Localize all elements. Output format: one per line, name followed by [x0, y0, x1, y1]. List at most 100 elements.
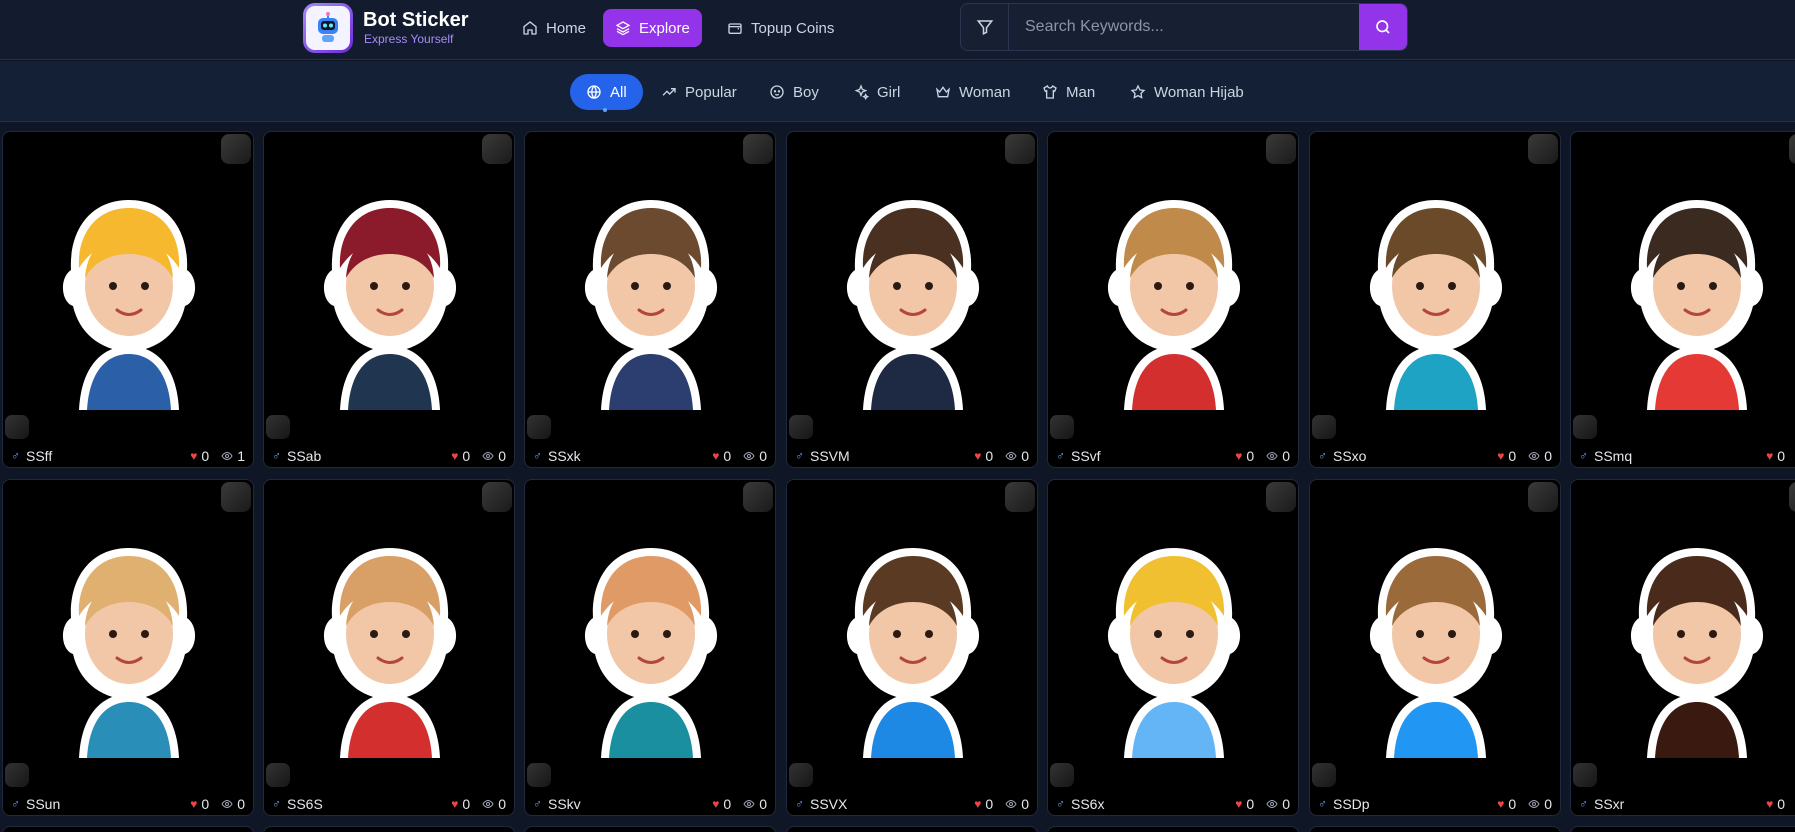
sticker-name: SSxk: [548, 448, 581, 464]
nav-explore-button[interactable]: Explore: [603, 9, 702, 47]
search-input[interactable]: [1009, 4, 1321, 50]
sticker-card[interactable]: ♂ SSxo ♥ 0 0: [1309, 131, 1561, 468]
sticker-card[interactable]: ♂ SSvf ♥ 0 0: [1047, 131, 1299, 468]
sticker-card-partial[interactable]: [1570, 826, 1795, 832]
home-icon: [523, 21, 537, 35]
sticker-card[interactable]: ♂ SSmq ♥ 0: [1570, 131, 1795, 468]
filter-button[interactable]: [961, 4, 1009, 50]
sticker-card[interactable]: ♂ SSVM ♥ 0 0: [786, 131, 1038, 468]
sticker-name: SSab: [287, 448, 322, 464]
male-icon: ♂: [11, 449, 20, 463]
heart-icon[interactable]: ♥: [712, 449, 719, 463]
sticker-card-partial[interactable]: [2, 826, 254, 832]
avatar: [789, 763, 813, 787]
heart-icon[interactable]: ♥: [1766, 449, 1773, 463]
sticker-card[interactable]: ♂ SSkv ♥ 0 0: [524, 479, 776, 816]
eye-icon: [1528, 450, 1540, 462]
select-checkbox[interactable]: [1789, 482, 1795, 512]
category-man[interactable]: Man: [1026, 74, 1111, 110]
heart-icon[interactable]: ♥: [974, 797, 981, 811]
robot-icon: [306, 6, 350, 50]
avatar: [1312, 415, 1336, 439]
select-checkbox[interactable]: [1528, 482, 1558, 512]
sticker-card[interactable]: ♂ SS6x ♥ 0 0: [1047, 479, 1299, 816]
like-count: 0: [1508, 448, 1517, 464]
sticker-card-partial[interactable]: [1309, 826, 1561, 832]
wallet-icon: [728, 23, 742, 34]
category-popular[interactable]: Popular: [645, 74, 753, 110]
sticker-name: SS6x: [1071, 796, 1105, 812]
sticker-meta: ♂ SSab ♥ 0 0: [264, 445, 514, 467]
sticker-meta: ♂ SS6S ♥ 0 0: [264, 793, 514, 815]
select-checkbox[interactable]: [1005, 482, 1035, 512]
sticker-meta: ♂ SSVM ♥ 0 0: [787, 445, 1037, 467]
sticker-card[interactable]: ♂ SSVX ♥ 0 0: [786, 479, 1038, 816]
category-man-label: Man: [1066, 83, 1096, 101]
filter-icon: [976, 20, 993, 35]
brand-logo[interactable]: [303, 3, 353, 53]
select-checkbox[interactable]: [1005, 134, 1035, 164]
like-count: 0: [985, 796, 994, 812]
select-checkbox[interactable]: [482, 134, 512, 164]
select-checkbox[interactable]: [1528, 134, 1558, 164]
category-girl[interactable]: Girl: [837, 74, 916, 110]
like-count: 0: [462, 796, 471, 812]
select-checkbox[interactable]: [1266, 482, 1296, 512]
category-boy[interactable]: Boy: [753, 74, 835, 110]
male-icon: ♂: [533, 449, 542, 463]
select-checkbox[interactable]: [743, 482, 773, 512]
sticker-card-partial[interactable]: [1047, 826, 1299, 832]
sticker-card[interactable]: ♂ SSab ♥ 0 0: [263, 131, 515, 468]
trending-up-icon: [662, 88, 676, 96]
category-woman-label: Woman: [959, 83, 1011, 101]
nav-home-button[interactable]: Home: [510, 9, 598, 47]
select-checkbox[interactable]: [482, 482, 512, 512]
sticker-card-partial[interactable]: [524, 826, 776, 832]
like-count: 0: [462, 448, 471, 464]
select-checkbox[interactable]: [1789, 134, 1795, 164]
search-button[interactable]: [1359, 4, 1407, 50]
heart-icon[interactable]: ♥: [451, 449, 458, 463]
select-checkbox[interactable]: [221, 134, 251, 164]
male-icon: ♂: [795, 797, 804, 811]
heart-icon[interactable]: ♥: [190, 797, 197, 811]
heart-icon[interactable]: ♥: [190, 449, 197, 463]
shirt-icon: [1043, 85, 1057, 99]
nav-topup-button[interactable]: Topup Coins: [715, 9, 846, 47]
sticker-card[interactable]: ♂ SS6S ♥ 0 0: [263, 479, 515, 816]
view-count: 0: [1544, 448, 1552, 464]
category-woman[interactable]: Woman: [919, 74, 1026, 110]
globe-icon: [587, 85, 601, 100]
heart-icon[interactable]: ♥: [1766, 797, 1773, 811]
sticker-meta: ♂ SSxr ♥ 0: [1571, 793, 1795, 815]
male-icon: ♂: [1056, 797, 1065, 811]
heart-icon[interactable]: ♥: [1235, 449, 1242, 463]
heart-icon[interactable]: ♥: [974, 449, 981, 463]
sticker-meta: ♂ SSxo ♥ 0 0: [1310, 445, 1560, 467]
heart-icon[interactable]: ♥: [1497, 797, 1504, 811]
heart-icon[interactable]: ♥: [1235, 797, 1242, 811]
sticker-image: [846, 200, 980, 410]
select-checkbox[interactable]: [743, 134, 773, 164]
category-all[interactable]: All: [570, 74, 643, 110]
heart-icon[interactable]: ♥: [1497, 449, 1504, 463]
category-boy-label: Boy: [793, 83, 819, 101]
select-checkbox[interactable]: [221, 482, 251, 512]
category-woman-hijab[interactable]: Woman Hijab: [1114, 74, 1260, 110]
select-checkbox[interactable]: [1266, 134, 1296, 164]
heart-icon[interactable]: ♥: [451, 797, 458, 811]
brand-name[interactable]: Bot Sticker: [363, 9, 469, 32]
sticker-card[interactable]: ♂ SSun ♥ 0 0: [2, 479, 254, 816]
sticker-card[interactable]: ♂ SSxr ♥ 0: [1570, 479, 1795, 816]
heart-icon[interactable]: ♥: [712, 797, 719, 811]
like-count: 0: [985, 448, 994, 464]
sticker-card[interactable]: ♂ SSDp ♥ 0 0: [1309, 479, 1561, 816]
sticker-card-partial[interactable]: [263, 826, 515, 832]
sticker-card-partial[interactable]: [786, 826, 1038, 832]
sticker-card[interactable]: ♂ SSxk ♥ 0 0: [524, 131, 776, 468]
search-icon: [1376, 20, 1390, 34]
view-count: 0: [1021, 796, 1029, 812]
sticker-card[interactable]: ♂ SSff ♥ 0 1: [2, 131, 254, 468]
layers-icon: [615, 21, 631, 36]
eye-icon: [1005, 450, 1017, 462]
